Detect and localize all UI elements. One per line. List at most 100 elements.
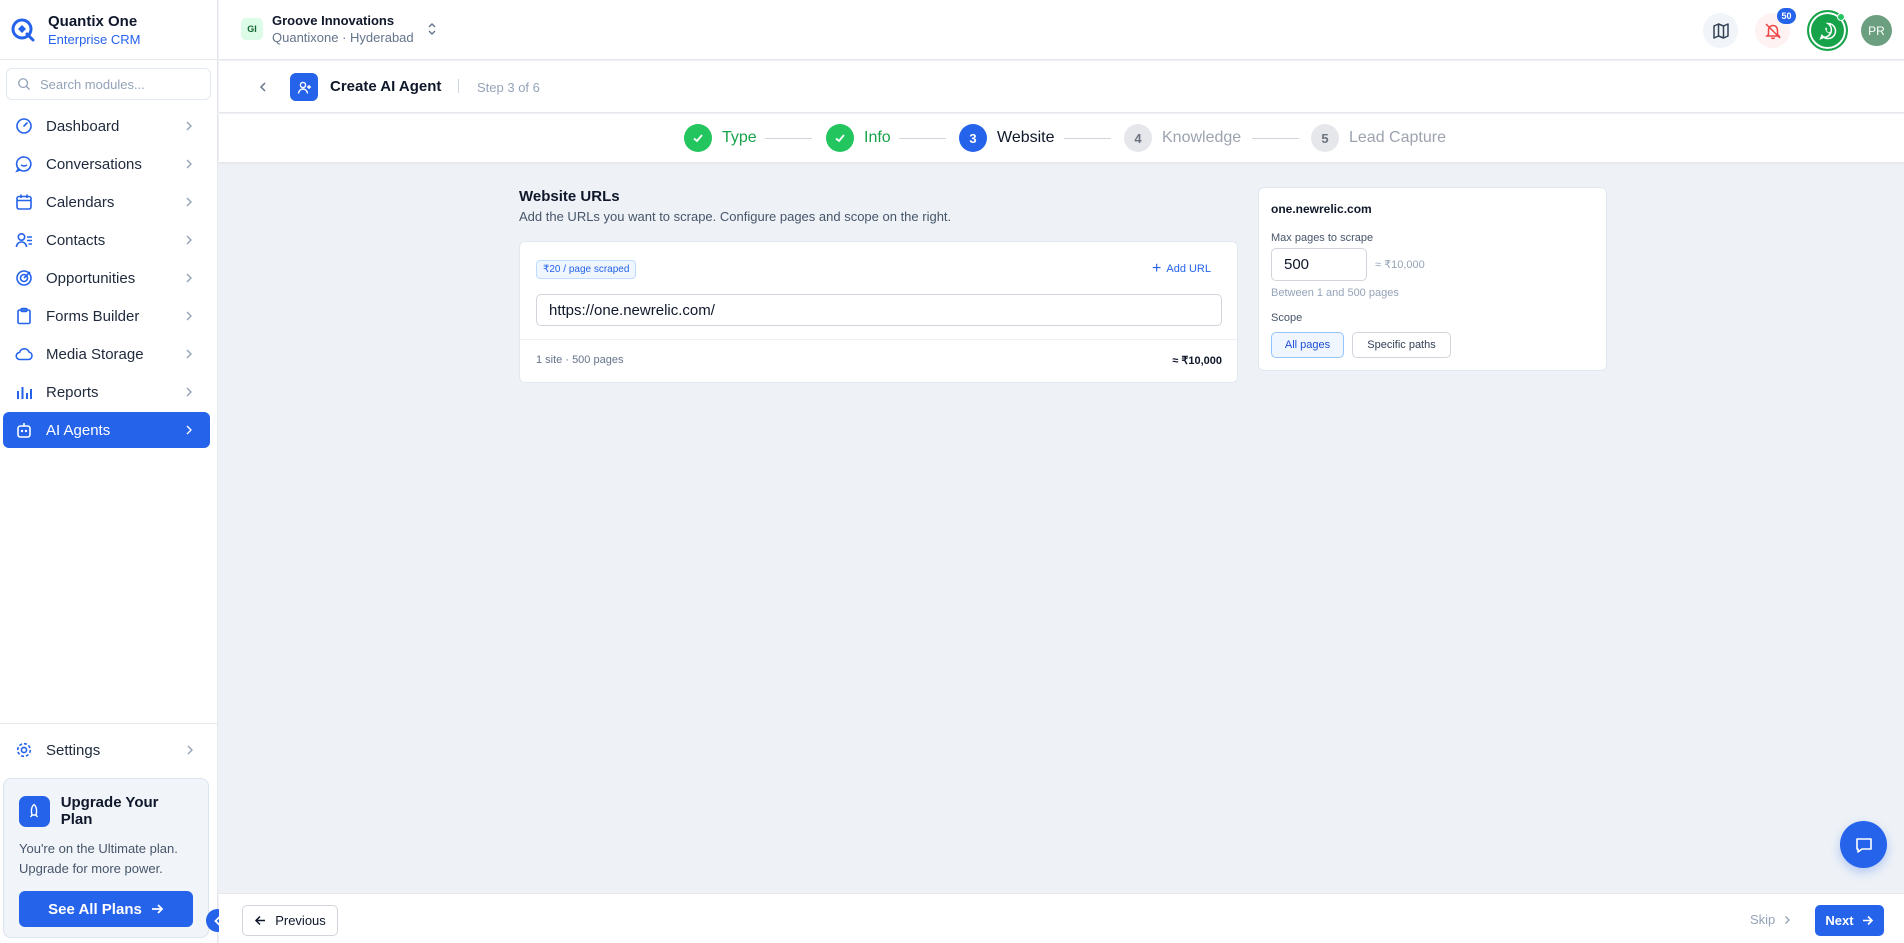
topbar: GI Groove Innovations Quantixone · Hyder… <box>219 0 1904 60</box>
section-subtitle: Add the URLs you want to scrape. Configu… <box>519 209 952 224</box>
check-icon <box>684 124 712 152</box>
chat-icon <box>1855 837 1872 853</box>
chevron-right-icon <box>186 235 192 245</box>
sidebar: Quantix One Enterprise CRM Dashboard Con… <box>0 0 218 943</box>
map-button[interactable] <box>1703 13 1738 48</box>
step-label: Knowledge <box>1162 129 1242 146</box>
dashboard-icon <box>15 117 33 135</box>
max-pages-label: Max pages to scrape <box>1271 232 1374 244</box>
upgrade-title: Upgrade Your Plan <box>60 794 159 828</box>
sidebar-item-label: Opportunities <box>46 269 136 287</box>
chevron-right-icon <box>1785 915 1791 924</box>
next-label: Next <box>1825 913 1854 928</box>
sidebar-item-label: Settings <box>46 741 101 759</box>
see-all-plans-label: See All Plans <box>48 900 142 918</box>
step-lead-capture[interactable]: 5 Lead Capture <box>1311 124 1446 152</box>
sidebar-item-label: Conversations <box>46 155 142 173</box>
url-card-footer: 1 site · 500 pages ≈ ₹10,000 <box>520 339 1237 383</box>
next-button[interactable]: Next <box>1815 905 1884 936</box>
sidebar-item-ai-agents[interactable]: AI Agents <box>3 412 210 448</box>
price-per-page-badge: ₹20 / page scraped <box>536 260 637 279</box>
search-input[interactable] <box>40 76 190 92</box>
chevron-right-icon <box>186 121 192 131</box>
step-label: Info <box>864 129 891 146</box>
step-number: 4 <box>1124 124 1152 152</box>
avatar: PR <box>1861 15 1892 46</box>
approx-cost: ≈ ₹10,000 <box>1375 259 1425 271</box>
step-connector <box>899 138 946 139</box>
cloud-icon <box>15 345 33 363</box>
brand-subtitle: Enterprise CRM <box>48 31 141 47</box>
sidebar-item-forms-builder[interactable]: Forms Builder <box>3 298 210 334</box>
org-switcher[interactable]: GI Groove Innovations Quantixone · Hyder… <box>241 13 438 45</box>
robot-icon <box>15 421 33 439</box>
arrow-left-icon <box>255 915 266 926</box>
brand-name: Quantix One <box>48 12 138 30</box>
page-title: Create AI Agent <box>330 78 442 95</box>
topbar-actions: 50 PR <box>1686 8 1892 51</box>
scope-label: Scope <box>1271 312 1303 324</box>
sidebar-item-label: Forms Builder <box>46 307 140 325</box>
sidebar-item-label: Dashboard <box>46 117 120 135</box>
back-chevron-icon[interactable] <box>256 80 270 94</box>
sidebar-item-label: AI Agents <box>46 421 111 439</box>
max-pages-hint: Between 1 and 500 pages <box>1271 287 1399 299</box>
chat-bubble-icon <box>15 155 33 173</box>
wizard-footer: Previous Skip Next <box>219 893 1904 943</box>
step-info[interactable]: Info <box>826 124 891 152</box>
sidebar-item-reports[interactable]: Reports <box>3 374 210 410</box>
step-label: Type <box>722 129 757 146</box>
chevron-updown-icon <box>428 23 436 35</box>
page-header: Create AI Agent Step 3 of 6 <box>219 61 1904 113</box>
see-all-plans-button[interactable]: See All Plans <box>19 891 193 927</box>
clipboard-icon <box>15 307 33 325</box>
settings-section: Settings <box>0 723 218 770</box>
step-type[interactable]: Type <box>684 124 757 152</box>
step-connector <box>1252 138 1299 139</box>
previous-label: Previous <box>275 913 326 928</box>
chevron-right-icon <box>186 197 192 207</box>
sidebar-item-media-storage[interactable]: Media Storage <box>3 336 210 372</box>
skip-label: Skip <box>1750 912 1776 927</box>
contacts-icon <box>15 231 33 249</box>
sidebar-item-contacts[interactable]: Contacts <box>3 222 210 258</box>
sidebar-item-label: Reports <box>46 383 99 401</box>
website-urls-card: ₹20 / page scraped + Add URL 1 site · 50… <box>519 241 1238 383</box>
sidebar-item-conversations[interactable]: Conversations <box>3 146 210 182</box>
plus-icon: + <box>1152 260 1162 277</box>
step-website[interactable]: 3 Website <box>959 124 1055 152</box>
sidebar-item-calendars[interactable]: Calendars <box>3 184 210 220</box>
chevron-right-icon <box>186 349 192 359</box>
add-url-button[interactable]: + Add URL <box>1152 260 1211 277</box>
chevron-right-icon <box>186 273 192 283</box>
chevron-right-icon <box>186 387 192 397</box>
whatsapp-icon <box>1807 10 1848 51</box>
step-connector <box>1064 138 1111 139</box>
whatsapp-button[interactable] <box>1807 10 1848 51</box>
chat-support-button[interactable] <box>1840 821 1887 868</box>
step-number: 3 <box>959 124 987 152</box>
upgrade-text: You're on the Ultimate plan. Upgrade for… <box>19 841 178 876</box>
rocket-icon <box>19 795 50 827</box>
scope-specific-paths-button[interactable]: Specific paths <box>1352 332 1451 358</box>
step-knowledge[interactable]: 4 Knowledge <box>1124 124 1241 152</box>
skip-button[interactable]: Skip <box>1750 912 1792 927</box>
chevron-right-icon <box>186 425 192 435</box>
wizard-stepper: Type Info 3 Website 4 Knowledge 5 Lead C… <box>219 114 1904 163</box>
module-search[interactable] <box>6 68 211 100</box>
max-pages-input[interactable] <box>1271 248 1367 281</box>
scope-all-pages-button[interactable]: All pages <box>1271 332 1344 358</box>
sidebar-item-opportunities[interactable]: Opportunities <box>3 260 210 296</box>
sidebar-item-label: Calendars <box>46 193 115 211</box>
sidebar-item-dashboard[interactable]: Dashboard <box>3 108 210 144</box>
upgrade-card: Upgrade Your Plan You're on the Ultimate… <box>3 778 209 938</box>
check-icon <box>826 124 854 152</box>
sidebar-item-label: Media Storage <box>46 345 144 363</box>
notifications-button[interactable]: 50 <box>1755 8 1796 48</box>
profile-button[interactable]: PR <box>1861 15 1892 46</box>
search-icon <box>18 78 30 90</box>
sidebar-item-settings[interactable]: Settings <box>3 732 211 768</box>
url-input[interactable] <box>536 294 1222 326</box>
previous-button[interactable]: Previous <box>242 905 338 936</box>
org-badge: GI <box>241 18 263 40</box>
